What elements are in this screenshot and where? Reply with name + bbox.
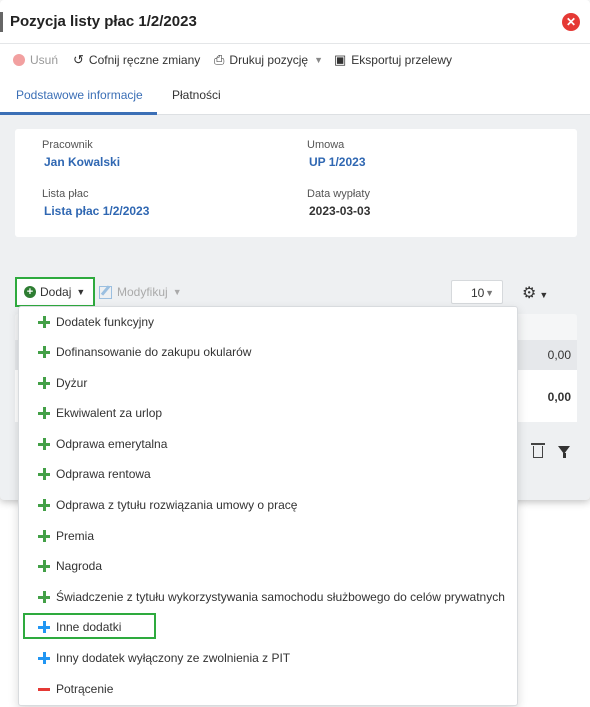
- active-tab-indicator: [0, 112, 157, 115]
- chevron-down-icon: ▼: [485, 288, 494, 298]
- menu-item-nagroda[interactable]: Nagroda: [19, 551, 517, 581]
- add-label: Dodaj: [40, 285, 72, 299]
- plus-icon: [38, 591, 50, 603]
- tab-basic-info[interactable]: Podstawowe informacje: [16, 88, 143, 102]
- delete-button[interactable]: Usuń: [13, 52, 58, 68]
- edit-icon: [99, 285, 112, 299]
- plus-icon: [38, 438, 50, 450]
- menu-item-label: Nagroda: [56, 559, 103, 573]
- menu-item-label: Odprawa emerytalna: [56, 437, 168, 451]
- export-label: Eksportuj przelewy: [351, 53, 453, 67]
- menu-item-dyzur[interactable]: Dyżur: [19, 368, 517, 398]
- print-label: Drukuj pozycję: [229, 53, 309, 67]
- menu-item-potracenie[interactable]: Potrącenie: [19, 674, 517, 704]
- modify-button[interactable]: Modyfikuj ▼: [99, 285, 182, 299]
- menu-item-label: Odprawa z tytułu rozwiązania umowy o pra…: [56, 498, 298, 512]
- plus-circle-icon: +: [24, 286, 36, 298]
- payout-date-label: Data wypłaty: [307, 188, 370, 200]
- payroll-link[interactable]: Lista płac 1/2/2023: [44, 204, 149, 218]
- menu-item-label: Dyżur: [56, 376, 88, 390]
- add-button[interactable]: + Dodaj ▼: [15, 277, 95, 307]
- menu-item-dodatek-funkcyjny[interactable]: Dodatek funkcyjny: [19, 307, 517, 337]
- menu-item-ekwiwalent-urlop[interactable]: Ekwiwalent za urlop: [19, 398, 517, 428]
- menu-item-label: Dofinansowanie do zakupu okularów: [56, 345, 252, 359]
- employee-link[interactable]: Jan Kowalski: [44, 155, 120, 169]
- undo-label: Cofnij ręczne zmiany: [88, 53, 201, 67]
- gears-icon: ⚙: [522, 285, 537, 302]
- add-dropdown-menu: Dodatek funkcyjny Dofinansowanie do zaku…: [18, 306, 518, 706]
- minus-icon: [38, 683, 50, 695]
- menu-item-label: Inny dodatek wyłączony ze zwolnienia z P…: [56, 651, 291, 665]
- payout-date-value: 2023-03-03: [309, 204, 371, 218]
- plus-icon: [38, 499, 50, 511]
- page-size-value: 10: [471, 286, 485, 300]
- plus-icon: [38, 621, 50, 633]
- menu-item-inny-dodatek-pit[interactable]: Inny dodatek wyłączony ze zwolnienia z P…: [19, 643, 517, 673]
- plus-icon: [38, 530, 50, 542]
- delete-label: Usuń: [30, 53, 59, 67]
- toolbar: Usuń ↺ Cofnij ręczne zmiany ⎙ Drukuj poz…: [0, 44, 590, 76]
- plus-icon: [38, 316, 50, 328]
- print-position-button[interactable]: ⎙ Drukuj pozycję ▼: [214, 52, 323, 68]
- settings-button[interactable]: ⚙ ▼: [522, 283, 548, 303]
- printer-icon: ⎙: [214, 52, 225, 67]
- menu-item-premia[interactable]: Premia: [19, 521, 517, 551]
- menu-item-label: Potrącenie: [56, 682, 114, 696]
- tab-payments[interactable]: Płatności: [172, 88, 221, 102]
- menu-item-odprawa-rentowa[interactable]: Odprawa rentowa: [19, 459, 517, 489]
- summary-amount: 0,00: [547, 390, 571, 404]
- payroll-label: Lista płac: [42, 188, 89, 200]
- filter-icon[interactable]: [558, 446, 570, 458]
- menu-item-dofinansowanie-okularow[interactable]: Dofinansowanie do zakupu okularów: [19, 337, 517, 367]
- plus-icon: [38, 652, 50, 664]
- plus-icon: [38, 560, 50, 572]
- modify-label: Modyfikuj: [117, 285, 168, 299]
- modal-title: Pozycja listy płac 1/2/2023: [10, 13, 197, 30]
- page-size-select[interactable]: 10 ▼: [451, 280, 503, 304]
- modal-header: Pozycja listy płac 1/2/2023 ✕: [0, 0, 590, 44]
- plus-icon: [38, 346, 50, 358]
- menu-item-label: Premia: [56, 529, 95, 543]
- menu-item-odprawa-emerytalna[interactable]: Odprawa emerytalna: [19, 429, 517, 459]
- employee-label: Pracownik: [42, 139, 93, 151]
- trash-icon[interactable]: [531, 443, 545, 458]
- contract-label: Umowa: [307, 139, 345, 151]
- menu-item-label: Dodatek funkcyjny: [56, 315, 155, 329]
- menu-item-odprawa-rozwiazanie[interactable]: Odprawa z tytułu rozwiązania umowy o pra…: [19, 490, 517, 520]
- delete-icon: [13, 54, 25, 66]
- menu-item-inne-dodatki[interactable]: Inne dodatki: [19, 612, 517, 642]
- menu-item-swiadczenie-samochod[interactable]: Świadczenie z tytułu wykorzystywania sam…: [19, 582, 517, 612]
- undo-icon: ↺: [73, 52, 84, 67]
- left-edge-strip: [0, 12, 3, 32]
- plus-icon: [38, 407, 50, 419]
- tab-bar: Podstawowe informacje Płatności: [0, 76, 590, 115]
- plus-icon: [38, 468, 50, 480]
- menu-item-label: Inne dodatki: [56, 620, 122, 634]
- undo-manual-changes-button[interactable]: ↺ Cofnij ręczne zmiany: [73, 52, 200, 68]
- row-amount: 0,00: [547, 348, 571, 362]
- chevron-down-icon: ▼: [76, 287, 86, 297]
- close-icon[interactable]: ✕: [562, 13, 580, 31]
- contract-link[interactable]: UP 1/2023: [309, 155, 366, 169]
- plus-icon: [38, 377, 50, 389]
- money-icon: ▣: [334, 52, 347, 67]
- menu-item-label: Ekwiwalent za urlop: [56, 406, 163, 420]
- chevron-down-icon: ▼: [314, 55, 324, 65]
- menu-item-label: Odprawa rentowa: [56, 467, 151, 481]
- menu-item-label: Świadczenie z tytułu wykorzystywania sam…: [56, 590, 505, 604]
- info-card: Pracownik Jan Kowalski Umowa UP 1/2023 L…: [15, 129, 577, 237]
- export-transfers-button[interactable]: ▣ Eksportuj przelewy: [334, 52, 452, 68]
- chevron-down-icon: ▼: [539, 290, 549, 300]
- chevron-down-icon: ▼: [172, 287, 182, 297]
